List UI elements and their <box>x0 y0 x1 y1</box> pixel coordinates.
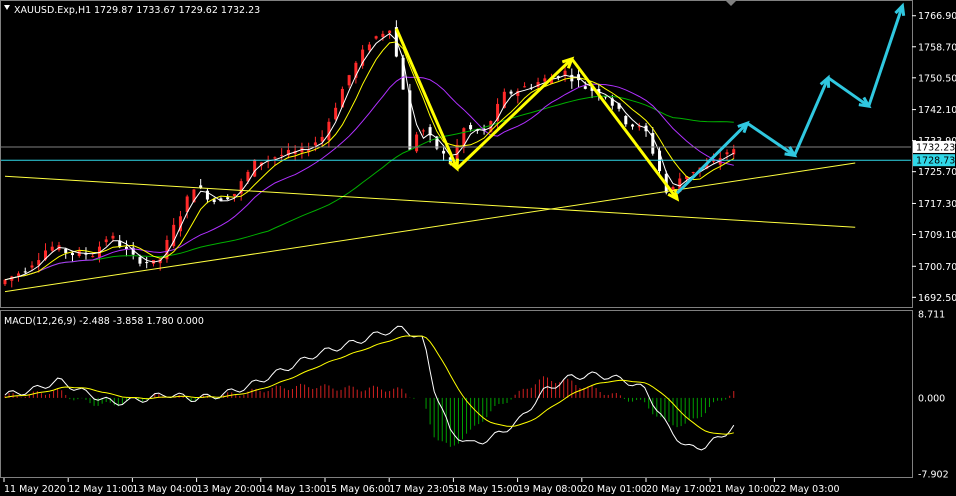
macd-tick-label: 8.711 <box>918 310 945 321</box>
chart-title: XAUUSD.Exp,H1 1729.87 1733.67 1729.62 17… <box>4 5 260 16</box>
macd-tick-label: 0.000 <box>918 393 945 404</box>
y-tick-label: 1700.70 <box>918 262 956 273</box>
candle-body <box>273 157 277 159</box>
x-tick-label: 13 May 20:00 <box>197 484 262 495</box>
trading-chart[interactable]: 1766.901758.701750.501742.101733.901725.… <box>0 0 956 496</box>
candle-body <box>691 172 695 174</box>
macd-tick-label: -7.902 <box>918 470 949 481</box>
candle-body <box>631 124 635 127</box>
macd-title: MACD(12,26,9) -2.488 -3.858 1.780 0.000 <box>4 316 204 327</box>
x-tick-label: 12 May 11:00 <box>68 484 133 495</box>
candle-body <box>253 159 257 177</box>
price-tag-label: 1732.23 <box>916 142 955 153</box>
symbol-title: XAUUSD.Exp,H1 <box>14 5 91 16</box>
price-tag-label: 1728.73 <box>916 156 955 167</box>
x-tick-label: 14 May 13:00 <box>261 484 326 495</box>
candle-body <box>145 262 149 264</box>
candle-body <box>16 273 20 276</box>
candle-body <box>91 256 95 258</box>
candle-body <box>104 239 108 243</box>
candle-body <box>388 30 392 34</box>
candle-body <box>415 134 419 152</box>
ohlc-values: 1729.87 1733.67 1729.62 1732.23 <box>94 5 260 16</box>
chart-background <box>0 0 956 496</box>
x-tick-label: 11 May 2020 <box>4 484 66 495</box>
candle-body <box>280 154 284 156</box>
x-tick-label: 17 May 23:05 <box>389 484 454 495</box>
candle-body <box>442 150 446 154</box>
candle-body <box>421 130 425 132</box>
candle-body <box>725 152 729 155</box>
candle-body <box>3 279 7 285</box>
y-tick-label: 1766.90 <box>918 11 956 22</box>
x-tick-label: 13 May 04:00 <box>132 484 197 495</box>
y-tick-label: 1742.10 <box>918 105 956 116</box>
candle-body <box>543 78 547 82</box>
x-tick-label: 21 May 10:00 <box>710 484 775 495</box>
y-tick-label: 1692.50 <box>918 293 956 304</box>
candle-body <box>509 91 513 94</box>
candle-body <box>624 115 628 125</box>
y-tick-label: 1717.30 <box>918 199 956 210</box>
x-tick-label: 15 May 06:00 <box>325 484 390 495</box>
candle-body <box>50 246 54 251</box>
candle-body <box>138 257 142 264</box>
candle-body <box>523 86 527 88</box>
x-tick-label: 19 May 08:00 <box>518 484 583 495</box>
candle-body <box>367 44 371 51</box>
candle-body <box>111 235 115 239</box>
candle-body <box>347 75 351 86</box>
x-tick-label: 18 May 15:00 <box>453 484 518 495</box>
candle-body <box>212 199 216 203</box>
candle-body <box>124 246 128 250</box>
candle-body <box>469 125 473 130</box>
candle-body <box>232 193 236 196</box>
candle-body <box>226 197 230 200</box>
candle-body <box>583 86 587 89</box>
candle-body <box>23 271 27 273</box>
candle-body <box>374 36 378 39</box>
x-tick-label: 20 May 01:00 <box>582 484 647 495</box>
candle-body <box>70 252 74 256</box>
x-tick-label: 22 May 03:00 <box>774 484 839 495</box>
y-tick-label: 1725.70 <box>918 167 956 178</box>
y-tick-label: 1709.10 <box>918 230 956 241</box>
candle-body <box>334 107 338 120</box>
candle-body <box>30 265 34 268</box>
candle-body <box>313 142 317 146</box>
y-tick-label: 1758.70 <box>918 42 956 53</box>
y-tick-label: 1750.50 <box>918 73 956 84</box>
candle-body <box>64 248 68 253</box>
x-tick-label: 20 May 17:00 <box>646 484 711 495</box>
candle-body <box>381 33 385 37</box>
candle-body <box>563 70 567 76</box>
